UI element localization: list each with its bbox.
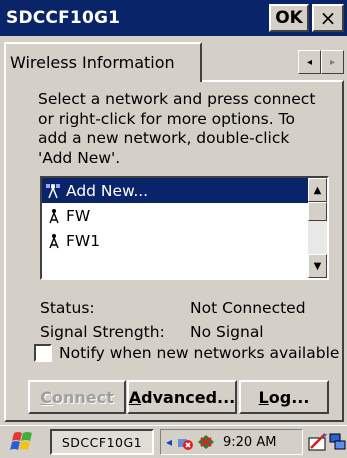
tray-arrow-icon[interactable]: ◂ [163, 435, 175, 449]
desktop-icon[interactable] [328, 430, 347, 454]
list-item-label: FW1 [66, 231, 101, 250]
instructions-text: Select a network and press connect or ri… [38, 90, 338, 168]
log-label: og... [268, 387, 310, 407]
status-value: Not Connected [190, 299, 306, 317]
system-tray: ◂ 9:20 AM [160, 429, 303, 455]
window-title: SDCCF10G1 [6, 8, 121, 28]
network-listbox[interactable]: Add New... FW FW1 ▲ ▼ [40, 176, 329, 280]
connect-label: onnect [51, 387, 114, 407]
antenna-icon [44, 231, 64, 251]
notify-label: Notify when new networks available [59, 344, 340, 362]
connect-mnemonic: C [40, 387, 52, 407]
advanced-label: dvanced... [141, 387, 236, 407]
connect-button[interactable]: Connect [28, 380, 126, 414]
notify-checkbox[interactable] [34, 344, 52, 362]
scroll-thumb[interactable] [308, 202, 327, 221]
list-item-label: FW [66, 206, 91, 225]
windows-flag-icon[interactable] [10, 430, 36, 454]
scroll-down-button[interactable]: ▼ [308, 254, 327, 278]
advanced-mnemonic: A [128, 387, 142, 407]
tab-scroll-left-button[interactable]: ◂ [298, 50, 321, 74]
list-item-fw[interactable]: FW [42, 203, 308, 228]
network-list: Add New... FW FW1 [42, 178, 308, 253]
close-button[interactable]: × [312, 4, 344, 32]
wireless-no-signal-icon[interactable] [195, 433, 217, 451]
status-label: Status: [40, 299, 95, 317]
instructions-line: 'Add New'. [38, 148, 121, 167]
log-mnemonic: L [258, 387, 269, 407]
network-disconnected-icon[interactable] [175, 433, 195, 451]
antenna-icon [44, 206, 64, 226]
title-bar: SDCCF10G1 OK × [0, 0, 347, 36]
tab-scroller: ◂ ▸ [298, 50, 344, 74]
tab-wireless-information[interactable]: Wireless Information [4, 42, 202, 82]
taskbar: SDCCF10G1 ◂ 9:20 AM [0, 425, 347, 457]
list-item-add-new[interactable]: Add New... [42, 178, 308, 203]
list-item-label: Add New... [66, 181, 149, 200]
tab-scroll-right-button[interactable]: ▸ [321, 50, 344, 74]
tab-label: Wireless Information [10, 53, 175, 72]
list-scrollbar[interactable]: ▲ ▼ [308, 178, 327, 278]
ok-button[interactable]: OK [269, 4, 309, 32]
advanced-button[interactable]: Advanced... [127, 380, 237, 414]
taskbar-task-button[interactable]: SDCCF10G1 [50, 429, 154, 455]
scroll-up-button[interactable]: ▲ [308, 178, 327, 202]
signal-strength-label: Signal Strength: [40, 323, 165, 341]
clock[interactable]: 9:20 AM [223, 435, 276, 450]
signal-strength-value: No Signal [190, 323, 264, 341]
instructions-line: add a new network, double-click [38, 129, 290, 147]
log-button[interactable]: Log... [239, 380, 329, 414]
instructions-line: or right-click for more options. To [38, 109, 295, 128]
notify-option[interactable]: Notify when new networks available [34, 344, 339, 362]
instructions-line: Select a network and press connect [38, 90, 316, 108]
input-panel-icon[interactable] [306, 430, 330, 454]
list-item-fw1[interactable]: FW1 [42, 228, 308, 253]
add-network-icon [44, 181, 64, 201]
